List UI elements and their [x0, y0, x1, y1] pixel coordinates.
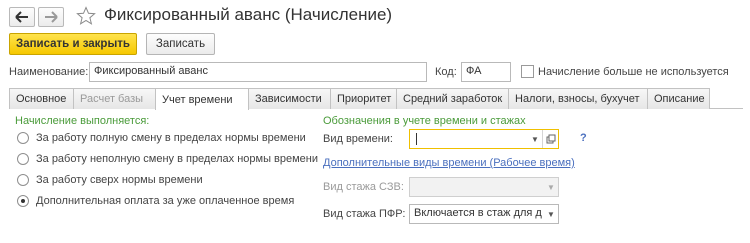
szv-field: ▼ — [409, 177, 559, 197]
radio-extra-payment-label: Дополнительная оплата за уже оплаченное … — [36, 195, 295, 207]
not-used-label: Начисление больше не используется — [538, 66, 729, 78]
radio-overtime-label: За работу сверх нормы времени — [36, 174, 203, 186]
szv-label: Вид стажа СЗВ: — [323, 181, 404, 193]
text-cursor — [416, 133, 417, 145]
radio-part-shift-label: За работу неполную смену в пределах норм… — [36, 153, 319, 165]
radio-extra-payment[interactable] — [17, 195, 29, 207]
name-label: Наименование: — [9, 66, 89, 78]
radio-part-shift[interactable] — [17, 153, 29, 165]
tab-time-accounting[interactable]: Учет времени — [155, 88, 249, 110]
designations-section-title: Обозначения в учете времени и стажах — [323, 115, 526, 127]
forward-button[interactable] — [38, 7, 64, 27]
tab-average-earnings[interactable]: Средний заработок — [396, 88, 509, 109]
arrow-left-icon — [15, 11, 28, 23]
chevron-down-icon: ▼ — [547, 182, 555, 192]
window-title: Фиксированный аванс (Начисление) — [104, 5, 393, 24]
arrow-right-icon — [45, 11, 58, 23]
name-field[interactable]: Фиксированный аванс — [89, 62, 427, 82]
tab-description[interactable]: Описание — [647, 88, 710, 109]
code-field[interactable]: ФА — [461, 62, 511, 82]
time-type-label: Вид времени: — [323, 133, 393, 145]
pfr-label: Вид стажа ПФР: — [323, 208, 406, 220]
open-form-icon[interactable] — [542, 130, 558, 148]
save-button[interactable]: Записать — [146, 33, 215, 55]
help-icon[interactable]: ? — [580, 132, 587, 144]
radio-overtime[interactable] — [17, 174, 29, 186]
pfr-field[interactable]: Включается в стаж для д ▼ — [409, 204, 559, 224]
tab-bar: Основное Расчет базы Учет времени Зависи… — [9, 88, 710, 110]
radio-full-shift-label: За работу полную смену в пределах нормы … — [36, 132, 306, 144]
chevron-down-icon[interactable]: ▼ — [528, 130, 542, 148]
tab-main[interactable]: Основное — [9, 88, 74, 109]
radio-full-shift[interactable] — [17, 132, 29, 144]
tab-priority[interactable]: Приоритет — [330, 88, 397, 109]
tab-dependencies[interactable]: Зависимости — [248, 88, 331, 109]
accrual-section-title: Начисление выполняется: — [15, 115, 150, 127]
tab-taxes[interactable]: Налоги, взносы, бухучет — [508, 88, 648, 109]
save-and-close-button[interactable]: Записать и закрыть — [9, 33, 137, 55]
chevron-down-icon[interactable]: ▼ — [544, 205, 558, 223]
tab-base-calc[interactable]: Расчет базы — [73, 88, 156, 109]
star-icon[interactable] — [76, 6, 96, 26]
pfr-value: Включается в стаж для д — [414, 207, 542, 219]
back-button[interactable] — [9, 7, 35, 27]
extra-time-types-link[interactable]: Дополнительные виды времени (Рабочее вре… — [323, 157, 575, 169]
code-label: Код: — [435, 66, 457, 78]
time-type-field[interactable]: ▼ — [409, 129, 559, 149]
not-used-checkbox[interactable] — [521, 65, 534, 78]
